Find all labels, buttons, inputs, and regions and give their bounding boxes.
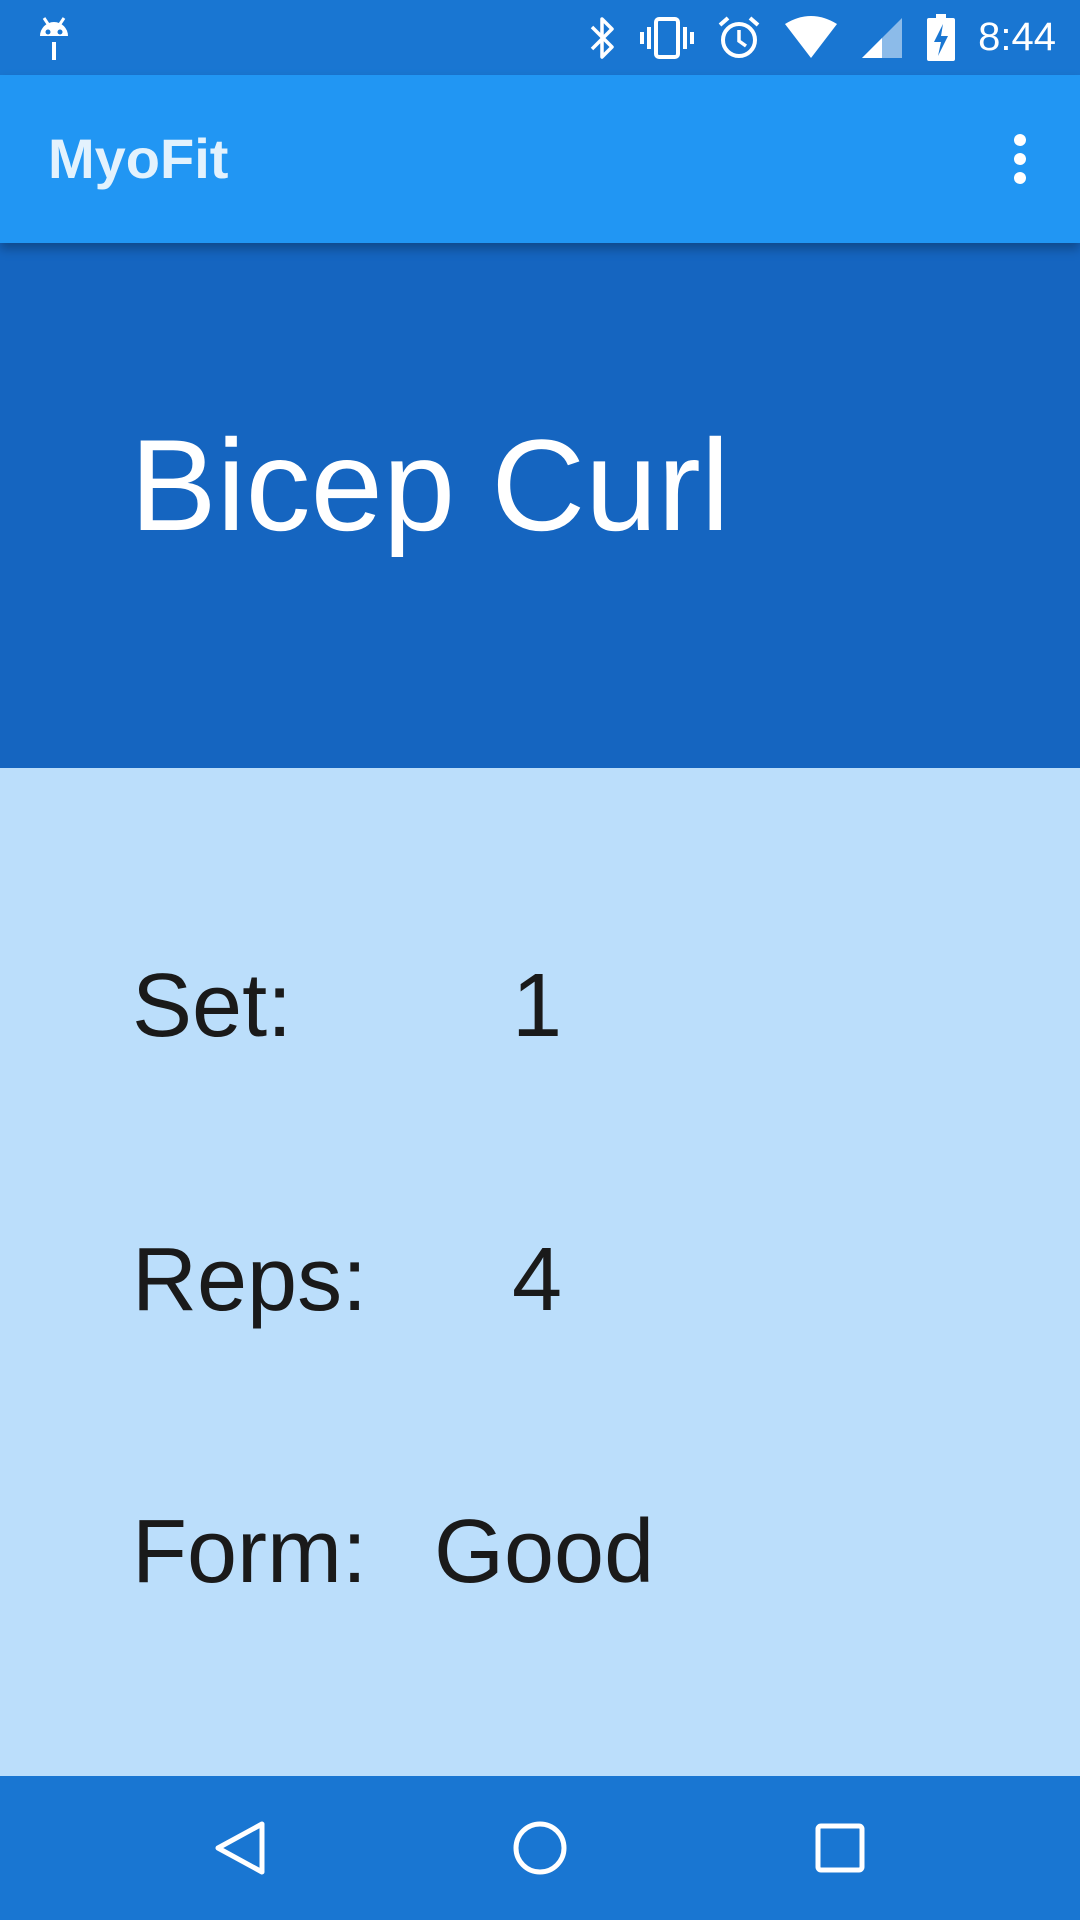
alarm-icon <box>716 15 762 61</box>
cell-signal-icon <box>860 16 904 60</box>
navigation-bar <box>0 1776 1080 1920</box>
android-debug-icon <box>36 14 72 62</box>
set-value: 1 <box>512 956 563 1056</box>
back-icon[interactable] <box>160 1776 320 1920</box>
set-row: Set: 1 <box>0 946 1080 1066</box>
form-label: Form: <box>132 1502 367 1602</box>
form-value: Good <box>434 1502 655 1602</box>
status-time: 8:44 <box>978 15 1056 59</box>
recents-icon[interactable] <box>760 1776 920 1920</box>
battery-charging-icon <box>926 13 956 62</box>
form-row: Form: Good <box>0 1492 1080 1612</box>
app-title: MyoFit <box>48 127 229 190</box>
wifi-icon <box>784 15 838 60</box>
overflow-menu-icon[interactable] <box>990 129 1050 189</box>
bluetooth-icon <box>588 15 618 61</box>
screen: 8:44 MyoFit Bicep Curl Set: 1 Reps: 4 Fo… <box>0 0 1080 1920</box>
exercise-title: Bicep Curl <box>130 412 730 558</box>
vibrate-icon <box>640 15 695 61</box>
status-bar: 8:44 <box>0 0 1080 75</box>
status-icons: 8:44 <box>588 0 1056 75</box>
reps-label: Reps: <box>132 1230 368 1330</box>
app-bar: MyoFit <box>0 75 1080 243</box>
reps-value: 4 <box>512 1230 563 1330</box>
exercise-header: Bicep Curl <box>0 243 1080 768</box>
set-label: Set: <box>132 956 293 1056</box>
home-icon[interactable] <box>460 1776 620 1920</box>
stats-panel: Set: 1 Reps: 4 Form: Good <box>0 768 1080 1776</box>
reps-row: Reps: 4 <box>0 1220 1080 1340</box>
